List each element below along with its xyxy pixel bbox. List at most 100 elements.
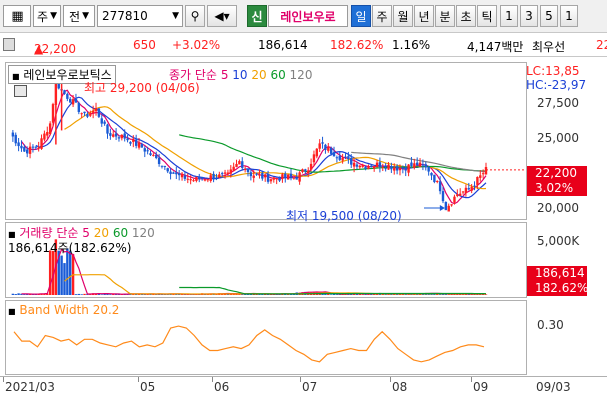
candle-body	[410, 162, 413, 167]
candle-body	[272, 177, 276, 180]
stock-name-field[interactable]: 레인보우로	[268, 5, 348, 27]
toolbar: ▦ 주 ▼ 전 ▼ 277810 ▼ ⚲ ◀▾ 신 레인보우로 일주월년분초틱1351	[0, 0, 607, 33]
candle-body	[120, 134, 124, 139]
candle-body	[295, 178, 298, 180]
period-tab-5[interactable]: 초	[456, 5, 476, 27]
period-tab-4[interactable]: 분	[435, 5, 455, 27]
quote-toggle-icon[interactable]	[3, 38, 15, 51]
volume-bar	[109, 294, 112, 295]
tick-20000: 20,000	[537, 201, 579, 215]
period-tab-6[interactable]: 틱	[477, 5, 497, 27]
candle-body	[146, 150, 149, 152]
candle-body	[266, 174, 270, 182]
x-tick-mark	[471, 377, 472, 382]
candle-body	[367, 166, 370, 169]
tick-25000: 25,000	[537, 131, 579, 145]
candle-body	[91, 110, 95, 113]
grid-menu-button[interactable]: ▦	[3, 5, 31, 27]
bandwidth-panel[interactable]: ■ Band Width 20.2	[5, 300, 527, 375]
quote-bar: 22,200 ▲ 650 +3.02% 186,614 182.62% 1.16…	[0, 34, 607, 57]
volume-bar	[17, 293, 20, 295]
stock-name: 레인보우로	[280, 9, 336, 24]
candle-body	[252, 175, 255, 178]
data-grid-icon[interactable]	[14, 85, 27, 97]
candle-body	[34, 146, 38, 148]
candle-body	[281, 174, 284, 179]
current-volume-value: 186,614	[535, 266, 585, 280]
candle-body	[69, 98, 72, 103]
volume-bar	[335, 294, 339, 295]
candle-body	[229, 169, 232, 174]
candle-body	[137, 142, 141, 148]
market-select[interactable]: 주 ▼	[33, 5, 61, 27]
interval-button-3[interactable]: 1	[560, 5, 578, 27]
lc-label: LC:13,85	[526, 64, 580, 78]
candle-body	[427, 166, 430, 172]
volume-ma5-line	[21, 248, 487, 295]
candle-body	[289, 173, 293, 177]
tick-27500: 27,500	[537, 96, 579, 110]
price-panel[interactable]: ■ 레인보우로보틱스 종가 단순 5 10 20 60 120 최고 29,20…	[5, 62, 527, 223]
candle-body	[372, 166, 376, 169]
candle-body	[40, 138, 43, 149]
quote-amount: 4,147백만	[467, 40, 524, 54]
x-tick-mark	[390, 377, 391, 382]
candle-body	[390, 166, 393, 170]
candle-body	[200, 177, 204, 179]
period-tab-3[interactable]: 년	[414, 5, 434, 27]
candle-body	[327, 147, 330, 151]
volume-summary: 186,614주(182.62%)	[8, 241, 132, 255]
period-tab-1[interactable]: 주	[372, 5, 392, 27]
candle-body	[479, 175, 482, 178]
speaker-icon[interactable]: ◀▾	[207, 5, 237, 27]
volume-axis: 5,000K 186,614 182.62%	[527, 222, 607, 298]
sin-button[interactable]: 신	[247, 5, 267, 27]
period-tab-0[interactable]: 일	[351, 5, 371, 27]
candle-body	[129, 141, 132, 144]
candle-body	[112, 134, 115, 137]
bandwidth-title: Band Width 20.2	[19, 303, 120, 317]
candle-body	[312, 154, 316, 163]
x-tick-mark	[300, 377, 301, 382]
volume-panel[interactable]: ■ 거래량 단순 5 20 60 120 186,614주(182.62%)	[5, 222, 527, 298]
candle-body	[441, 191, 445, 202]
candle-body	[249, 172, 253, 177]
current-price-value: 22,200	[535, 166, 577, 180]
x-tick-mark	[3, 377, 4, 382]
period-tab-2[interactable]: 월	[393, 5, 413, 27]
volume-bar	[77, 293, 81, 295]
search-icon[interactable]: ⚲	[185, 5, 205, 27]
candle-body	[157, 157, 161, 165]
candle-body	[461, 191, 465, 193]
candle-body	[209, 175, 212, 181]
up-arrow-icon: ▲	[34, 42, 44, 56]
type-select-value: 전	[69, 9, 81, 24]
candle-body	[370, 165, 373, 168]
interval-button-2[interactable]: 5	[540, 5, 558, 27]
interval-button-1[interactable]: 3	[520, 5, 538, 27]
candle-body	[264, 174, 267, 178]
type-select[interactable]: 전 ▼	[63, 5, 95, 27]
current-price-pct: 3.02%	[535, 181, 574, 195]
tick-5000k: 5,000K	[537, 234, 580, 248]
candle-body	[172, 172, 175, 174]
candle-body	[447, 205, 450, 212]
candle-body	[238, 161, 241, 165]
candle-body	[424, 164, 427, 168]
candle-body	[387, 164, 390, 170]
candle-body	[384, 168, 387, 170]
candle-body	[160, 165, 164, 167]
quote-clipped: 22	[596, 38, 607, 52]
candle-body	[235, 163, 238, 167]
candle-body	[398, 168, 402, 171]
candle-body	[438, 181, 442, 192]
candle-body	[481, 173, 485, 175]
code-input[interactable]: 277810 ▼	[97, 5, 183, 27]
interval-button-0[interactable]: 1	[500, 5, 518, 27]
candle-body	[358, 165, 362, 168]
candle-body	[430, 172, 433, 176]
candle-body	[258, 174, 261, 176]
candle-body	[484, 167, 488, 175]
ma-periods: 5 10 20 60 120	[221, 68, 313, 82]
volume-bar	[11, 293, 15, 295]
